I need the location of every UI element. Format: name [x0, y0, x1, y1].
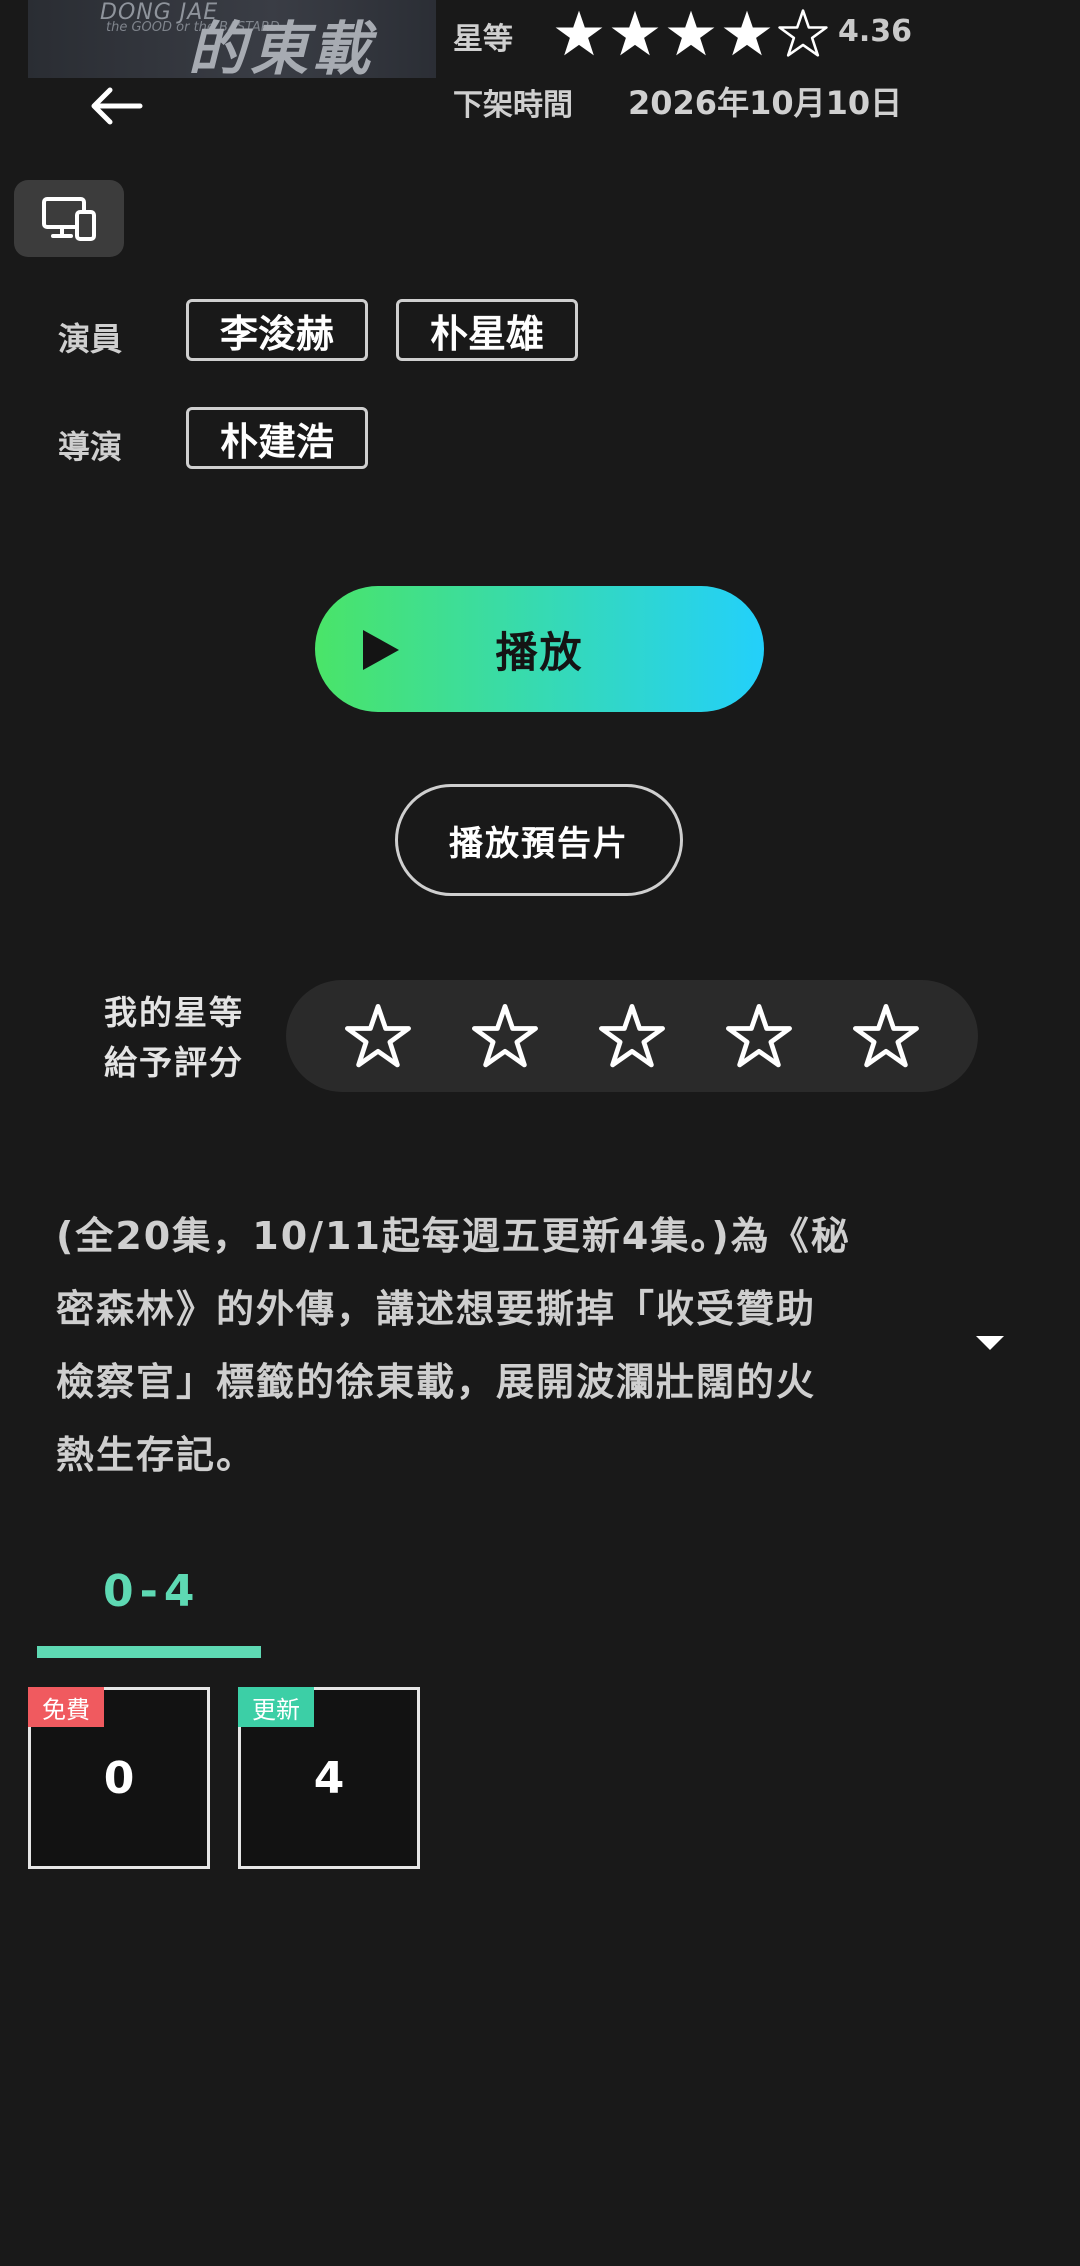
star-filled-icon — [723, 10, 771, 56]
rate-star-button[interactable] — [598, 1003, 666, 1071]
director-label: 導演 — [58, 428, 123, 466]
play-label: 播放 — [495, 627, 584, 677]
expand-description-icon[interactable] — [976, 1336, 1004, 1350]
star-outline-icon — [853, 1004, 919, 1068]
star-filled-icon — [611, 10, 659, 56]
play-icon — [363, 630, 399, 670]
episode-number: 4 — [313, 1752, 345, 1804]
rate-star-button[interactable] — [725, 1003, 793, 1071]
description-line: (全20集，10/11起每週五更新4集。)為《秘 — [56, 1214, 851, 1258]
rating-stars — [553, 8, 829, 60]
arrow-left-icon — [91, 87, 143, 125]
rate-star-button[interactable] — [344, 1003, 412, 1071]
description-line: 密森林》的外傳，講述想要撕掉「收受贊助 — [56, 1287, 817, 1331]
episode-card[interactable]: 免費 0 — [28, 1687, 210, 1869]
play-trailer-button[interactable]: 播放預告片 — [395, 784, 683, 896]
director-chip[interactable]: 朴建浩 — [186, 407, 368, 469]
episode-card[interactable]: 更新 4 — [238, 1687, 420, 1869]
star-outline-icon — [778, 9, 828, 57]
expiry-label: 下架時間 — [453, 88, 573, 123]
my-rating-label-line1: 我的星等 — [104, 993, 244, 1032]
play-button[interactable]: 播放 — [315, 586, 764, 712]
episode-number: 0 — [103, 1752, 135, 1804]
my-rating-label-line2: 給予評分 — [104, 1043, 244, 1082]
description-line: 檢察官」標籤的徐東載，展開波瀾壯闊的火 — [56, 1360, 817, 1404]
star-outline-icon — [726, 1004, 792, 1068]
poster-thumbnail: DONG JAE the GOOD or the BASTARD 的東載 — [28, 0, 436, 78]
tab-episodes-range[interactable]: 0-4 — [103, 1566, 201, 1617]
cast-device-button[interactable] — [14, 180, 124, 257]
rating-label: 星等 — [453, 22, 513, 57]
back-button[interactable] — [80, 78, 150, 134]
star-outline-icon — [345, 1004, 411, 1068]
star-filled-icon — [555, 10, 603, 56]
my-rating-label: 我的星等 給予評分 — [104, 988, 244, 1088]
devices-icon — [42, 196, 96, 241]
my-rating-stars — [286, 980, 978, 1092]
expiry-value: 2026年10月10日 — [628, 84, 903, 122]
rate-star-button[interactable] — [471, 1003, 539, 1071]
rating-value: 4.36 — [838, 14, 913, 49]
tab-underline — [37, 1646, 261, 1658]
poster-title-zh: 的東載 — [188, 15, 375, 78]
star-outline-icon — [599, 1004, 665, 1068]
description: (全20集，10/11起每週五更新4集。)為《秘 密森林》的外傳，講述想要撕掉「… — [56, 1200, 936, 1492]
star-outline-icon — [472, 1004, 538, 1068]
cast-chip[interactable]: 朴星雄 — [396, 299, 578, 361]
star-filled-icon — [667, 10, 715, 56]
cast-chip[interactable]: 李浚赫 — [186, 299, 368, 361]
description-line: 熱生存記。 — [56, 1433, 257, 1477]
rate-star-button[interactable] — [852, 1003, 920, 1071]
cast-label: 演員 — [58, 320, 123, 358]
